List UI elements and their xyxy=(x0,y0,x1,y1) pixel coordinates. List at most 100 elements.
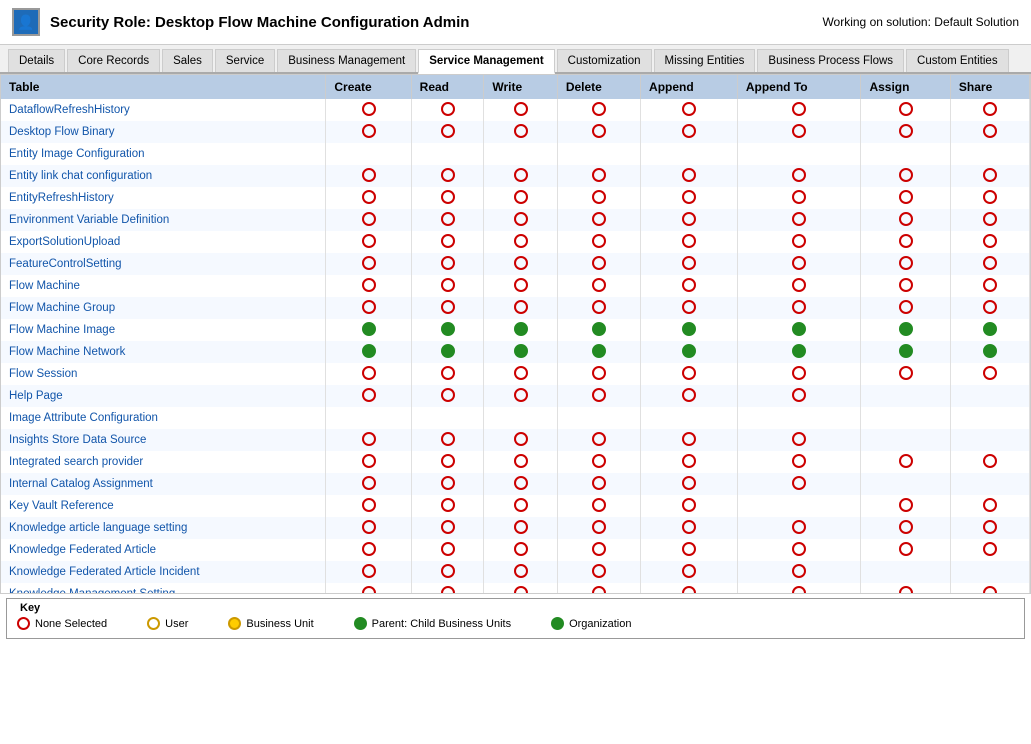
tab-sales[interactable]: Sales xyxy=(162,49,213,72)
perm-cell[interactable] xyxy=(557,363,640,385)
perm-cell[interactable] xyxy=(411,561,484,583)
perm-cell[interactable] xyxy=(326,451,411,473)
perm-cell[interactable] xyxy=(861,495,950,517)
perm-cell[interactable] xyxy=(861,451,950,473)
perm-cell[interactable] xyxy=(557,539,640,561)
perm-cell[interactable] xyxy=(557,121,640,143)
perm-cell[interactable] xyxy=(641,363,738,385)
perm-cell[interactable] xyxy=(950,561,1029,583)
perm-cell[interactable] xyxy=(641,187,738,209)
perm-cell[interactable] xyxy=(950,451,1029,473)
perm-cell[interactable] xyxy=(326,209,411,231)
perm-cell[interactable] xyxy=(861,561,950,583)
perm-cell[interactable] xyxy=(950,407,1029,429)
perm-cell[interactable] xyxy=(641,495,738,517)
perm-cell[interactable] xyxy=(484,143,557,165)
tab-business-management[interactable]: Business Management xyxy=(277,49,416,72)
perm-cell[interactable] xyxy=(411,231,484,253)
perm-cell[interactable] xyxy=(411,297,484,319)
tab-custom-entities[interactable]: Custom Entities xyxy=(906,49,1009,72)
perm-cell[interactable] xyxy=(484,253,557,275)
perm-cell[interactable] xyxy=(737,297,861,319)
perm-cell[interactable] xyxy=(737,121,861,143)
perm-cell[interactable] xyxy=(411,451,484,473)
perm-cell[interactable] xyxy=(557,231,640,253)
perm-cell[interactable] xyxy=(861,407,950,429)
perm-cell[interactable] xyxy=(411,473,484,495)
perm-cell[interactable] xyxy=(861,473,950,495)
perm-cell[interactable] xyxy=(557,297,640,319)
perm-cell[interactable] xyxy=(484,121,557,143)
perm-cell[interactable] xyxy=(861,121,950,143)
perm-cell[interactable] xyxy=(641,539,738,561)
perm-cell[interactable] xyxy=(861,231,950,253)
perm-cell[interactable] xyxy=(641,385,738,407)
perm-cell[interactable] xyxy=(641,231,738,253)
tab-missing-entities[interactable]: Missing Entities xyxy=(654,49,756,72)
perm-cell[interactable] xyxy=(737,495,861,517)
perm-cell[interactable] xyxy=(861,363,950,385)
perm-cell[interactable] xyxy=(861,319,950,341)
perm-cell[interactable] xyxy=(950,539,1029,561)
perm-cell[interactable] xyxy=(484,561,557,583)
perm-cell[interactable] xyxy=(737,209,861,231)
perm-cell[interactable] xyxy=(326,495,411,517)
perm-cell[interactable] xyxy=(326,253,411,275)
perm-cell[interactable] xyxy=(411,187,484,209)
table-row[interactable]: Image Attribute Configuration xyxy=(1,407,1030,429)
perm-cell[interactable] xyxy=(326,473,411,495)
perm-cell[interactable] xyxy=(950,253,1029,275)
perm-cell[interactable] xyxy=(326,275,411,297)
perm-cell[interactable] xyxy=(557,407,640,429)
perm-cell[interactable] xyxy=(557,99,640,121)
perm-cell[interactable] xyxy=(411,583,484,594)
perm-cell[interactable] xyxy=(484,231,557,253)
perm-cell[interactable] xyxy=(326,583,411,594)
perm-cell[interactable] xyxy=(557,275,640,297)
perm-cell[interactable] xyxy=(737,385,861,407)
perm-cell[interactable] xyxy=(861,429,950,451)
table-row[interactable]: Flow Machine Network xyxy=(1,341,1030,363)
perm-cell[interactable] xyxy=(950,297,1029,319)
perm-cell[interactable] xyxy=(737,407,861,429)
perm-cell[interactable] xyxy=(737,187,861,209)
table-row[interactable]: EntityRefreshHistory xyxy=(1,187,1030,209)
perm-cell[interactable] xyxy=(411,407,484,429)
perm-cell[interactable] xyxy=(484,451,557,473)
perm-cell[interactable] xyxy=(950,121,1029,143)
table-row[interactable]: Knowledge Federated Article Incident xyxy=(1,561,1030,583)
perm-cell[interactable] xyxy=(861,341,950,363)
perm-cell[interactable] xyxy=(641,121,738,143)
perm-cell[interactable] xyxy=(950,275,1029,297)
perm-cell[interactable] xyxy=(861,517,950,539)
perm-cell[interactable] xyxy=(326,231,411,253)
perm-cell[interactable] xyxy=(641,517,738,539)
table-row[interactable]: Internal Catalog Assignment xyxy=(1,473,1030,495)
perm-cell[interactable] xyxy=(326,517,411,539)
perm-cell[interactable] xyxy=(950,165,1029,187)
perm-cell[interactable] xyxy=(484,297,557,319)
perm-cell[interactable] xyxy=(641,297,738,319)
perm-cell[interactable] xyxy=(737,99,861,121)
table-row[interactable]: Knowledge Federated Article xyxy=(1,539,1030,561)
table-row[interactable]: Entity Image Configuration xyxy=(1,143,1030,165)
tab-service-management[interactable]: Service Management xyxy=(418,49,554,74)
perm-cell[interactable] xyxy=(411,209,484,231)
perm-cell[interactable] xyxy=(557,517,640,539)
table-row[interactable]: Flow Machine Group xyxy=(1,297,1030,319)
perm-cell[interactable] xyxy=(737,583,861,594)
table-row[interactable]: Desktop Flow Binary xyxy=(1,121,1030,143)
perm-cell[interactable] xyxy=(861,297,950,319)
perm-cell[interactable] xyxy=(411,143,484,165)
perm-cell[interactable] xyxy=(484,517,557,539)
perm-cell[interactable] xyxy=(326,539,411,561)
perm-cell[interactable] xyxy=(557,583,640,594)
perm-cell[interactable] xyxy=(411,121,484,143)
perm-cell[interactable] xyxy=(326,407,411,429)
perm-cell[interactable] xyxy=(861,253,950,275)
perm-cell[interactable] xyxy=(484,187,557,209)
perm-cell[interactable] xyxy=(861,539,950,561)
perm-cell[interactable] xyxy=(484,429,557,451)
table-row[interactable]: Knowledge Management Setting xyxy=(1,583,1030,594)
perm-cell[interactable] xyxy=(737,473,861,495)
